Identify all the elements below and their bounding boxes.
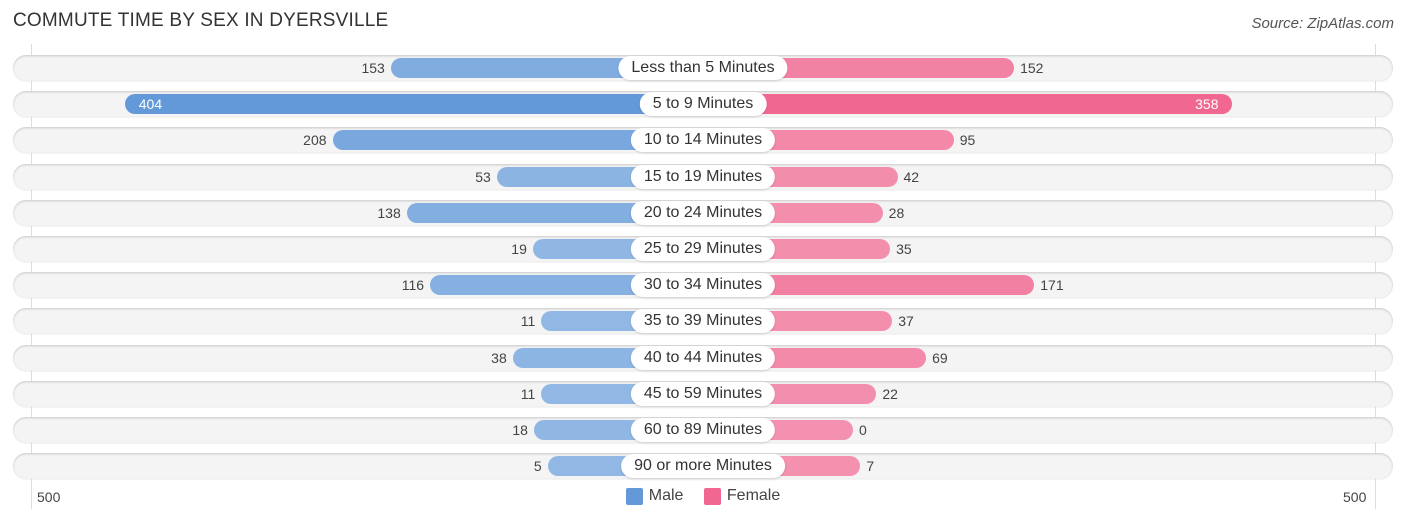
category-label: 15 to 19 Minutes — [630, 164, 776, 189]
value-label-male: 19 — [511, 241, 527, 257]
category-label: 45 to 59 Minutes — [630, 381, 776, 406]
value-label-male: 404 — [138, 96, 163, 113]
category-label: 5 to 9 Minutes — [639, 92, 767, 117]
category-label: 20 to 24 Minutes — [630, 200, 776, 225]
value-label-male: 153 — [361, 60, 385, 76]
legend: Male Female — [0, 487, 1406, 510]
category-label: 35 to 39 Minutes — [630, 309, 776, 334]
source-label: Source: ZipAtlas.com — [1251, 15, 1394, 32]
value-label-male: 5 — [533, 458, 542, 475]
category-label: 40 to 44 Minutes — [630, 345, 776, 370]
legend-label-female: Female — [726, 487, 781, 504]
value-label-female: 152 — [1020, 60, 1044, 76]
value-label-female: 7 — [866, 458, 875, 475]
value-label-female: 37 — [898, 313, 914, 330]
category-label: 90 or more Minutes — [621, 454, 785, 479]
chart-title: COMMUTE TIME BY SEX IN DYERSVILLE — [13, 10, 389, 31]
category-label: 60 to 89 Minutes — [630, 418, 776, 442]
category-label: 30 to 34 Minutes — [630, 273, 776, 298]
legend-swatch-female — [703, 487, 721, 505]
legend-item-male[interactable]: Male — [625, 487, 684, 505]
value-label-male: 116 — [401, 277, 425, 294]
bar-male[interactable] — [124, 94, 703, 115]
value-label-female: 171 — [1040, 277, 1064, 294]
legend-swatch-male — [625, 487, 643, 505]
legend-item-female[interactable]: Female — [703, 487, 781, 505]
value-label-female: 95 — [959, 132, 976, 149]
value-label-male: 208 — [303, 132, 327, 149]
value-label-female: 28 — [888, 204, 905, 221]
category-label: 25 to 29 Minutes — [630, 237, 776, 261]
value-label-female: 35 — [896, 241, 912, 257]
value-label-male: 11 — [520, 313, 536, 330]
value-label-male: 53 — [475, 168, 491, 185]
value-label-male: 138 — [377, 204, 401, 221]
category-label: Less than 5 Minutes — [618, 56, 788, 80]
value-label-male: 18 — [512, 422, 528, 438]
value-label-female: 42 — [903, 168, 920, 185]
bar-female[interactable] — [703, 94, 1233, 115]
value-label-male: 38 — [491, 349, 507, 366]
value-label-female: 0 — [859, 422, 867, 438]
value-label-female: 69 — [932, 349, 948, 366]
category-label: 10 to 14 Minutes — [630, 128, 776, 153]
legend-label-male: Male — [648, 487, 684, 504]
value-label-female: 22 — [882, 385, 898, 402]
value-label-male: 11 — [520, 385, 536, 402]
value-label-female: 358 — [1195, 96, 1219, 113]
